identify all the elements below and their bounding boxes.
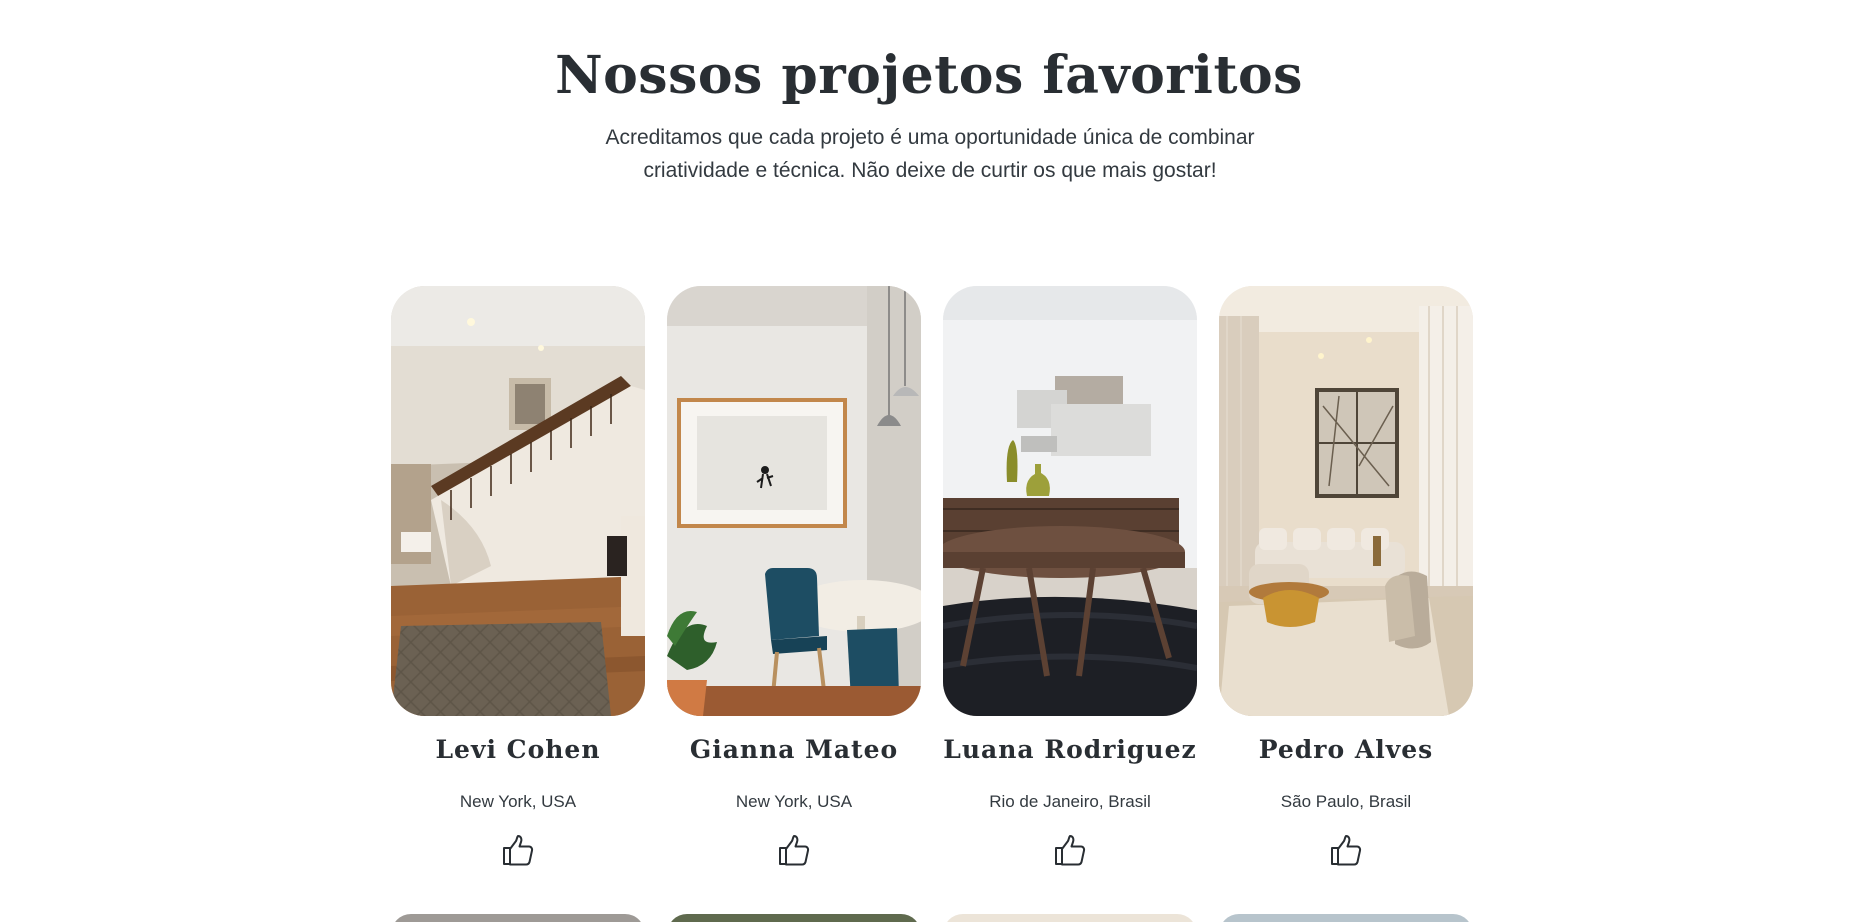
like-button[interactable] bbox=[775, 832, 813, 870]
project-photo-next[interactable] bbox=[943, 914, 1197, 922]
project-photo-next[interactable] bbox=[391, 914, 645, 922]
project-name: Pedro Alves bbox=[1258, 735, 1434, 764]
thumbs-up-icon bbox=[1055, 835, 1086, 866]
like-button[interactable] bbox=[499, 832, 537, 870]
thumbs-up-icon bbox=[1331, 835, 1362, 866]
project-name: Gianna Mateo bbox=[689, 735, 899, 764]
project-name: Luana Rodriguez bbox=[943, 735, 1197, 764]
project-photo-next[interactable] bbox=[1219, 914, 1473, 922]
thumbs-up-icon bbox=[503, 835, 534, 866]
like-button[interactable] bbox=[1327, 832, 1365, 870]
project-location: São Paulo, Brasil bbox=[1280, 792, 1412, 811]
project-location: New York, USA bbox=[459, 792, 577, 811]
thumbs-up-icon bbox=[779, 835, 810, 866]
project-name: Levi Cohen bbox=[435, 735, 601, 764]
staircase-interior-photo bbox=[391, 286, 645, 716]
bright-living-room-photo bbox=[1219, 286, 1473, 716]
project-photo-next[interactable] bbox=[667, 914, 921, 922]
project-card: Luana Rodriguez Rio de Janeiro, Brasil bbox=[943, 286, 1197, 866]
projects-grid: Levi Cohen New York, USA Gianna Mateo Ne… bbox=[391, 286, 1473, 922]
project-photo[interactable] bbox=[667, 286, 921, 716]
project-photo[interactable] bbox=[1219, 286, 1473, 716]
project-photo[interactable] bbox=[943, 286, 1197, 716]
sideboard-round-table-photo bbox=[943, 286, 1197, 716]
page-title: Nossos projetos favoritos bbox=[555, 45, 1303, 106]
project-card: Gianna Mateo New York, USA bbox=[667, 286, 921, 866]
project-card: Pedro Alves São Paulo, Brasil bbox=[1219, 286, 1473, 866]
project-photo[interactable] bbox=[391, 286, 645, 716]
project-location: New York, USA bbox=[735, 792, 853, 811]
like-button[interactable] bbox=[1051, 832, 1089, 870]
dining-corner-photo bbox=[667, 286, 921, 716]
project-card: Levi Cohen New York, USA bbox=[391, 286, 645, 866]
project-location: Rio de Janeiro, Brasil bbox=[989, 792, 1151, 811]
page-subtitle: Acreditamos que cada projeto é uma oport… bbox=[605, 126, 1255, 182]
